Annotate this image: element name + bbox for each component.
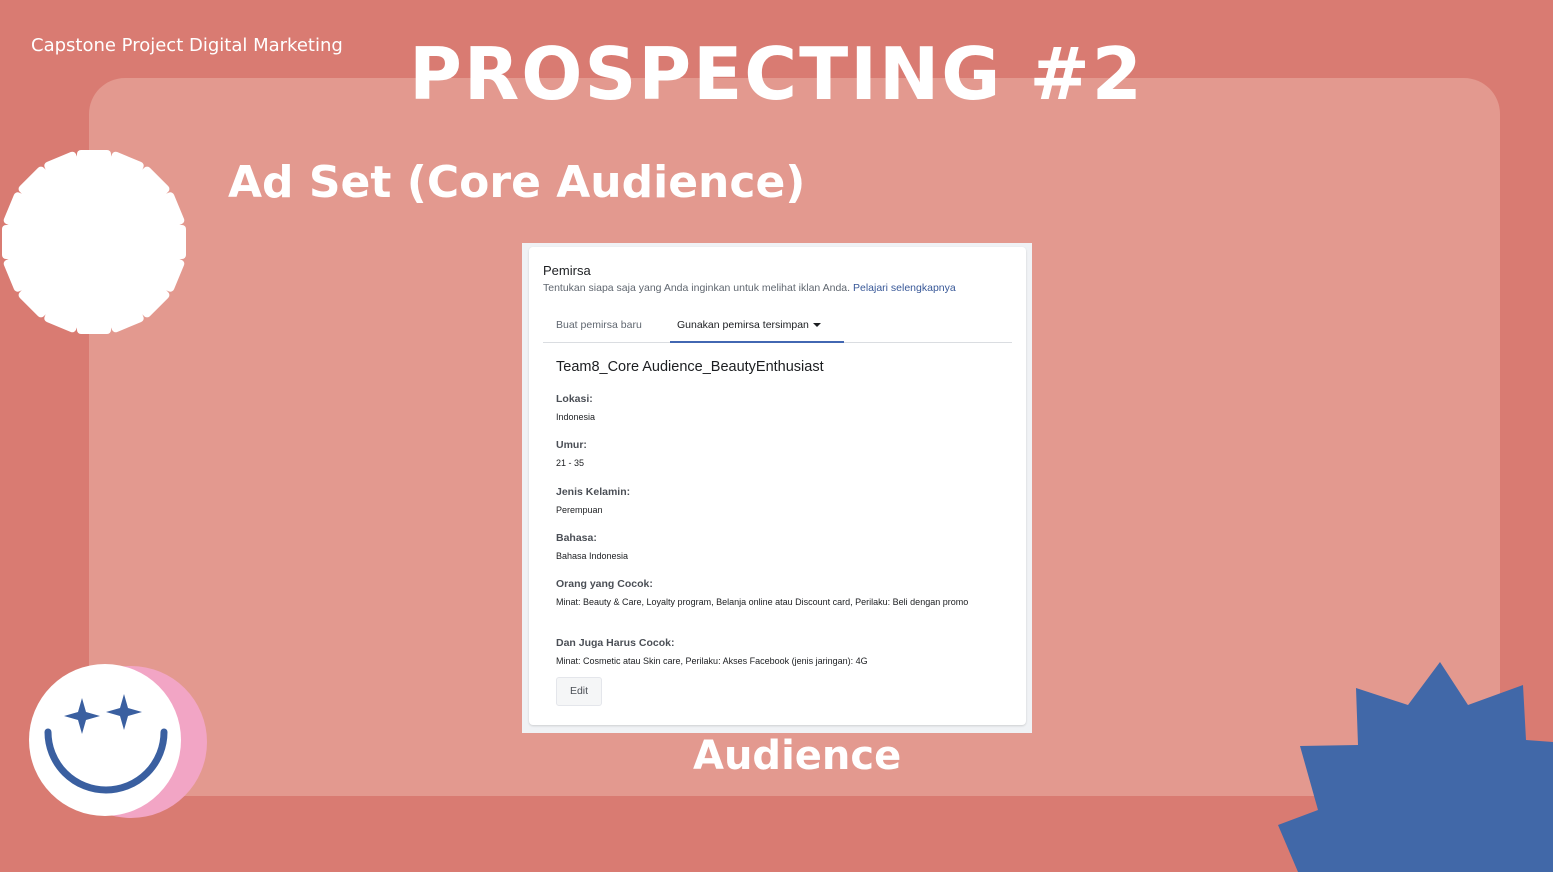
screenshot-caption: Audience xyxy=(693,733,902,779)
slide-title: PROSPECTING #2 xyxy=(409,32,1144,116)
matching-people-value: Minat: Beauty & Care, Loyalty program, B… xyxy=(556,597,969,607)
tab-create-new-audience[interactable]: Buat pemirsa baru xyxy=(556,319,642,331)
slide-subtitle: Ad Set (Core Audience) xyxy=(228,157,806,208)
card-description: Tentukan siapa saja yang Anda inginkan u… xyxy=(543,282,956,294)
age-label: Umur: xyxy=(556,439,587,451)
card-title: Pemirsa xyxy=(543,263,591,278)
audience-name: Team8_Core Audience_BeautyEnthusiast xyxy=(556,359,824,375)
tab-saved-label: Gunakan pemirsa tersimpan xyxy=(677,319,809,331)
matching-people-label: Orang yang Cocok: xyxy=(556,578,653,590)
language-label: Bahasa: xyxy=(556,532,597,544)
age-value: 21 - 35 xyxy=(556,458,585,468)
must-also-match-label: Dan Juga Harus Cocok: xyxy=(556,637,675,649)
asterisk-flower-icon xyxy=(2,150,186,334)
dropdown-caret-icon xyxy=(812,323,821,328)
language-value: Bahasa Indonesia xyxy=(556,551,629,561)
gender-label: Jenis Kelamin: xyxy=(556,486,631,498)
tab-use-saved-audience[interactable]: Gunakan pemirsa tersimpan xyxy=(677,319,821,331)
must-also-match-value: Minat: Cosmetic atau Skin care, Perilaku… xyxy=(556,656,868,666)
audience-screenshot: Pemirsa Tentukan siapa saja yang Anda in… xyxy=(522,243,1032,733)
description-text: Tentukan siapa saja yang Anda inginkan u… xyxy=(543,282,851,294)
gender-value: Perempuan xyxy=(556,505,603,515)
audience-card: Pemirsa Tentukan siapa saja yang Anda in… xyxy=(529,247,1026,725)
location-value: Indonesia xyxy=(556,412,596,422)
smiley-face-icon xyxy=(29,664,207,818)
edit-button[interactable]: Edit xyxy=(556,677,602,706)
audience-tabs: Buat pemirsa baru Gunakan pemirsa tersim… xyxy=(543,311,1012,343)
location-label: Lokasi: xyxy=(556,393,593,405)
active-tab-indicator xyxy=(670,341,844,343)
learn-more-link[interactable]: Pelajari selengkapnya xyxy=(853,282,956,294)
starburst-icon xyxy=(1278,662,1553,872)
